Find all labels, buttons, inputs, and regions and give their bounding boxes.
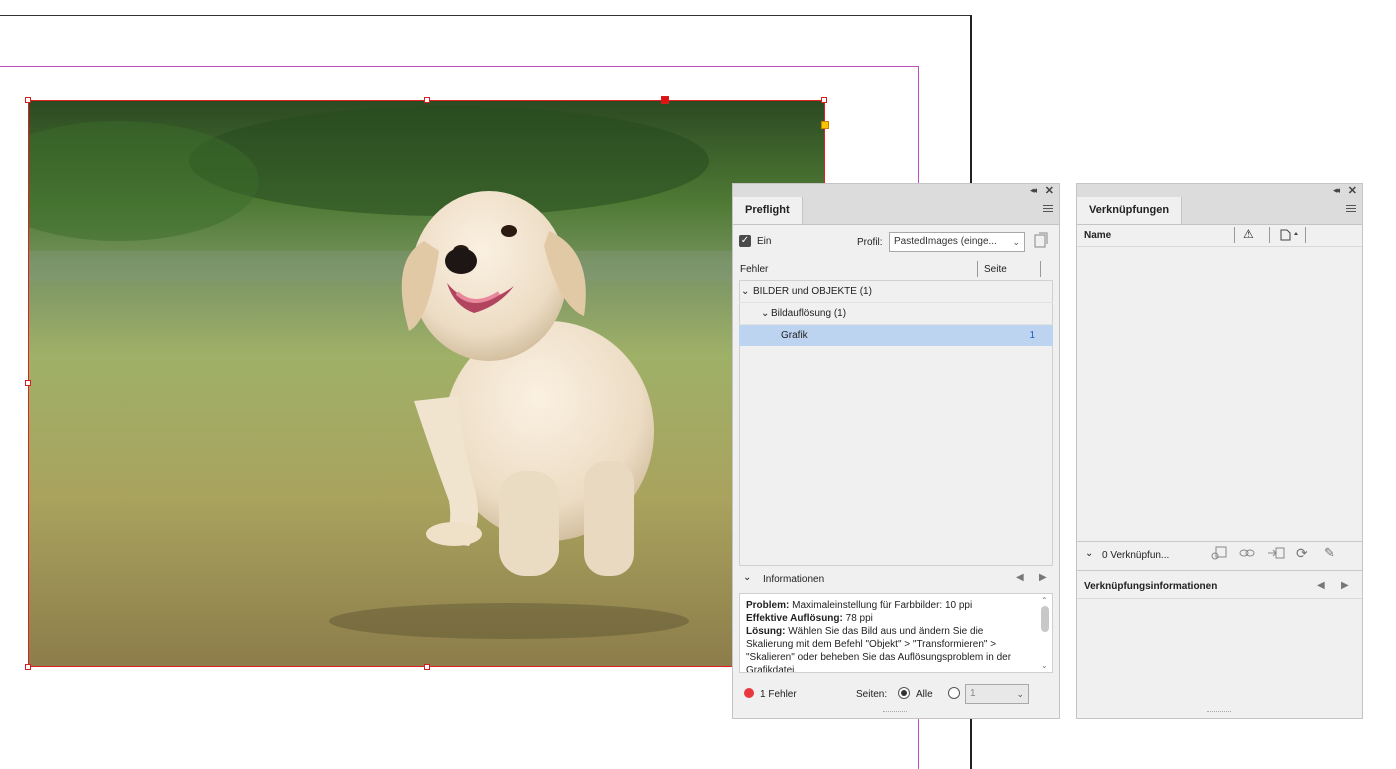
close-panel-icon[interactable]: ✕ <box>1045 184 1054 197</box>
problem-label: Problem: <box>746 600 790 611</box>
column-divider <box>1040 261 1041 277</box>
profile-select[interactable]: PastedImages (einge... ⌄ <box>889 232 1025 252</box>
page-range-value: 1 <box>970 688 976 699</box>
handle-bottom-center[interactable] <box>424 664 430 670</box>
define-profile-icon[interactable] <box>1033 232 1049 251</box>
links-panel: ◂◂ ✕ Verknüpfungen Name ⚠ ⌄ 0 Verknüpfun… <box>1076 183 1363 719</box>
handle-top-right[interactable] <box>821 97 827 103</box>
preflight-on-label: Ein <box>757 236 772 247</box>
solution-text: Wählen Sie das Bild aus und ändern Sie d… <box>746 626 1012 673</box>
tree-row-subcategory[interactable]: ⌄ Bildauflösung (1) <box>739 303 1053 325</box>
chevron-down-icon: ⌄ <box>741 286 750 297</box>
solution-label: Lösung: <box>746 626 786 637</box>
tree-row-category[interactable]: ⌄ BILDER und OBJEKTE (1) <box>739 281 1053 303</box>
radio-all-label: Alle <box>916 689 933 700</box>
error-count[interactable]: 1 Fehler <box>760 689 797 700</box>
header-divider <box>1077 246 1362 247</box>
prev-arrow-icon[interactable]: ◀ <box>1317 580 1325 591</box>
handle-content-grabber[interactable] <box>661 96 669 104</box>
edit-original-icon[interactable]: ✎ <box>1324 545 1335 561</box>
margin-guide-top <box>0 66 919 67</box>
pages-label: Seiten: <box>856 689 888 700</box>
section-divider <box>1077 570 1362 571</box>
resize-grip[interactable] <box>1207 711 1231 716</box>
tab-links[interactable]: Verknüpfungen <box>1077 197 1183 224</box>
puppy-photo <box>29 101 824 666</box>
chevron-down-icon: ⌄ <box>1012 237 1020 247</box>
tree-row-label: Grafik <box>781 330 808 341</box>
chevron-down-icon[interactable]: ⌄ <box>743 572 751 583</box>
close-panel-icon[interactable]: ✕ <box>1348 184 1357 197</box>
info-header: Informationen <box>763 574 825 585</box>
handle-middle-left[interactable] <box>25 380 31 386</box>
tree-row-page: 1 <box>1029 330 1035 341</box>
info-scrollbar[interactable]: ⌃ ⌄ <box>1040 596 1050 670</box>
page-range-select[interactable]: 1 ⌄ <box>965 684 1029 704</box>
effective-label: Effektive Auflösung: <box>746 613 843 624</box>
update-link-icon[interactable]: ⟳ <box>1296 545 1308 562</box>
resize-grip[interactable] <box>883 711 907 716</box>
radio-pages[interactable] <box>948 687 960 699</box>
list-bottom-divider <box>1077 541 1362 542</box>
links-tab-bar: Verknüpfungen <box>1077 197 1362 225</box>
tree-row-label: Bildauflösung (1) <box>771 308 847 319</box>
error-status-dot <box>744 688 754 698</box>
page-icon[interactable] <box>1280 229 1302 244</box>
next-arrow-icon[interactable]: ▶ <box>1039 572 1047 583</box>
column-divider <box>1269 227 1270 243</box>
column-divider <box>1234 227 1235 243</box>
profile-select-value: PastedImages (einge... <box>894 236 997 247</box>
collapse-panel-icon[interactable]: ◂◂ <box>1030 185 1037 196</box>
handle-bottom-left[interactable] <box>25 664 31 670</box>
col-errors: Fehler <box>740 264 769 275</box>
chevron-down-icon[interactable]: ⌄ <box>1085 548 1093 559</box>
column-divider <box>1305 227 1306 243</box>
panel-title-strip: ◂◂ ✕ <box>733 184 1059 197</box>
effective-text: 78 ppi <box>845 613 873 624</box>
col-page: Seite <box>984 264 1007 275</box>
page-edge-top <box>0 15 971 16</box>
placed-image-frame[interactable] <box>28 100 825 667</box>
go-to-link-icon[interactable] <box>1267 546 1285 563</box>
radio-all[interactable] <box>898 687 910 699</box>
info-box: Problem: Maximaleinstellung für Farbbild… <box>739 593 1053 673</box>
collapse-panel-icon[interactable]: ◂◂ <box>1333 185 1340 196</box>
preflight-on-checkbox[interactable]: ✓ <box>739 235 751 247</box>
handle-top-left[interactable] <box>25 97 31 103</box>
link-info-header: Verknüpfungsinformationen <box>1084 581 1218 592</box>
links-count: 0 Verknüpfun... <box>1102 550 1170 561</box>
panel-menu-icon[interactable] <box>1043 205 1053 214</box>
section-divider <box>1077 598 1362 599</box>
handle-corner-radius[interactable] <box>821 121 829 129</box>
problem-text: Maximaleinstellung für Farbbilder: 10 pp… <box>792 600 973 611</box>
warning-icon[interactable]: ⚠ <box>1243 227 1254 241</box>
tab-preflight[interactable]: Preflight <box>733 197 803 224</box>
chevron-down-icon: ⌄ <box>761 308 770 319</box>
col-name[interactable]: Name <box>1084 230 1111 241</box>
chevron-down-icon: ⌄ <box>1016 689 1024 699</box>
relink-from-cc-icon[interactable] <box>1210 546 1228 563</box>
tree-row-item-selected[interactable]: Grafik 1 <box>739 325 1053 346</box>
relink-icon[interactable] <box>1239 546 1255 563</box>
prev-arrow-icon[interactable]: ◀ <box>1016 572 1024 583</box>
panel-menu-icon[interactable] <box>1346 205 1356 214</box>
next-arrow-icon[interactable]: ▶ <box>1341 580 1349 591</box>
column-divider <box>977 261 978 277</box>
preflight-panel: ◂◂ ✕ Preflight ✓ Ein Profil: PastedImage… <box>732 183 1060 719</box>
preflight-tab-bar: Preflight <box>733 197 1059 225</box>
handle-top-center[interactable] <box>424 97 430 103</box>
profile-label: Profil: <box>857 237 883 248</box>
panel-title-strip: ◂◂ ✕ <box>1077 184 1362 197</box>
tree-row-label: BILDER und OBJEKTE (1) <box>753 286 872 297</box>
